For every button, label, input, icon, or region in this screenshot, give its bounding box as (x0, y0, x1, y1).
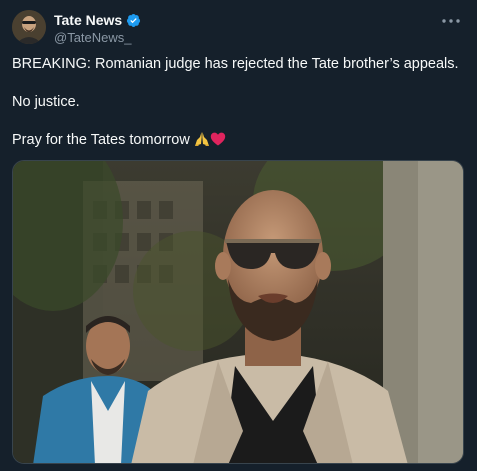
tweet-paragraph-2: No justice. (12, 94, 80, 110)
tweet-text: BREAKING: Romanian judge has rejected th… (12, 55, 465, 172)
tweet-paragraph-1: BREAKING: Romanian judge has rejected th… (12, 56, 459, 72)
tweet-paragraph-3-text: Pray for the Tates tomorrow (12, 132, 190, 148)
red-heart-icon (210, 131, 226, 153)
tweet-media-photo[interactable] (12, 160, 464, 464)
handle[interactable]: @TateNews_ (54, 30, 132, 45)
avatar[interactable] (12, 10, 46, 44)
tweet-paragraph-3: Pray for the Tates tomorrow (12, 131, 465, 153)
more-options-icon[interactable] (441, 12, 461, 30)
verified-badge-icon (126, 13, 141, 28)
avatar-image (12, 10, 46, 44)
tweet-card: Tate News @TateNews_ BREAKING: Romanian … (0, 0, 477, 471)
display-name[interactable]: Tate News (54, 12, 122, 28)
praying-hands-icon (194, 131, 210, 153)
author-name-row: Tate News (54, 12, 141, 28)
photo-image (13, 161, 463, 463)
